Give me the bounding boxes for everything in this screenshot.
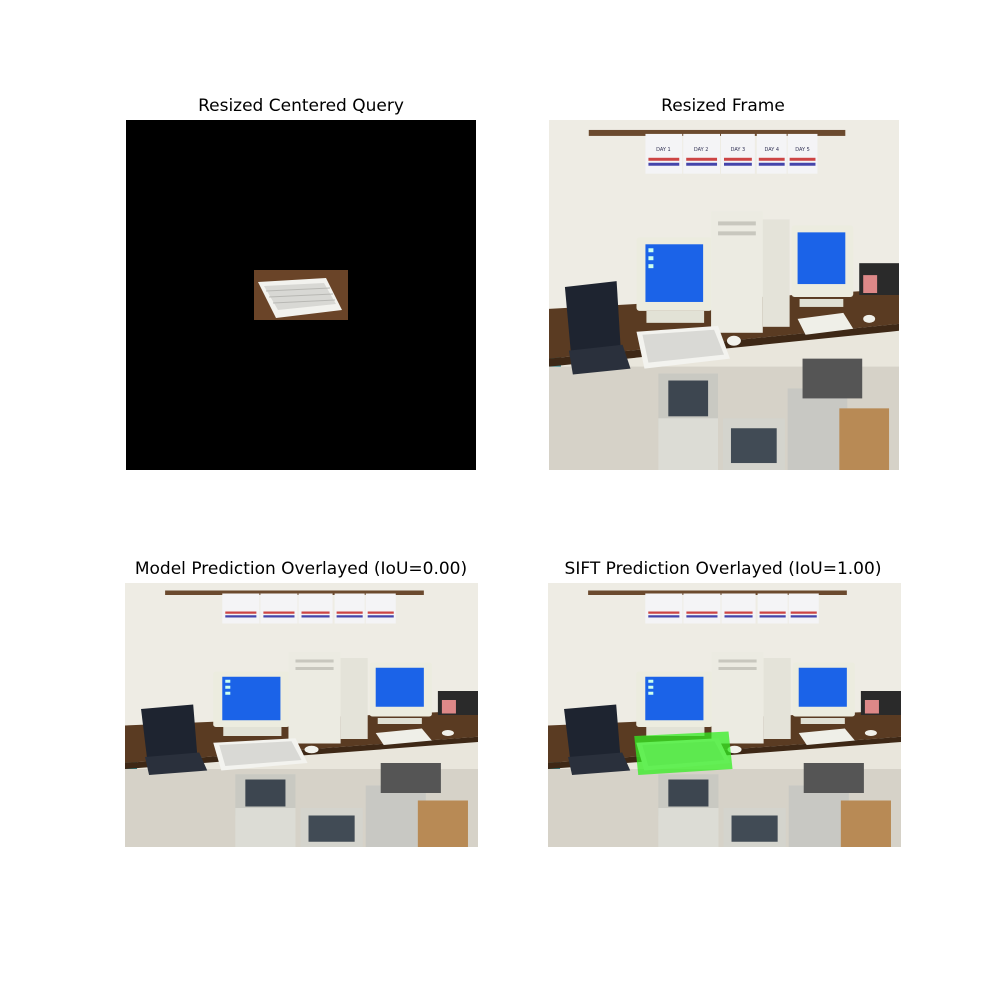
sift-prediction-image [548,583,901,847]
model-prediction-image [125,583,478,847]
sift-prediction-overlay [634,731,733,775]
frame-panel-title: Resized Frame [661,96,785,116]
query-keyboard-crop [254,270,348,320]
poster-day-3: DAY 3 [731,147,746,153]
poster-day-1: DAY 1 [656,147,671,153]
frame-image: DAY 1 DAY 2 DAY 3 DAY 4 DAY 5 [549,120,899,470]
query-panel-title: Resized Centered Query [198,96,404,116]
poster-day-4: DAY 4 [764,147,779,153]
poster-day-5: DAY 5 [795,147,810,153]
query-image [126,120,476,470]
poster-day-2: DAY 2 [694,147,709,153]
sift-panel-title: SIFT Prediction Overlayed (IoU=1.00) [564,559,882,579]
model-panel-title: Model Prediction Overlayed (IoU=0.00) [134,559,468,579]
